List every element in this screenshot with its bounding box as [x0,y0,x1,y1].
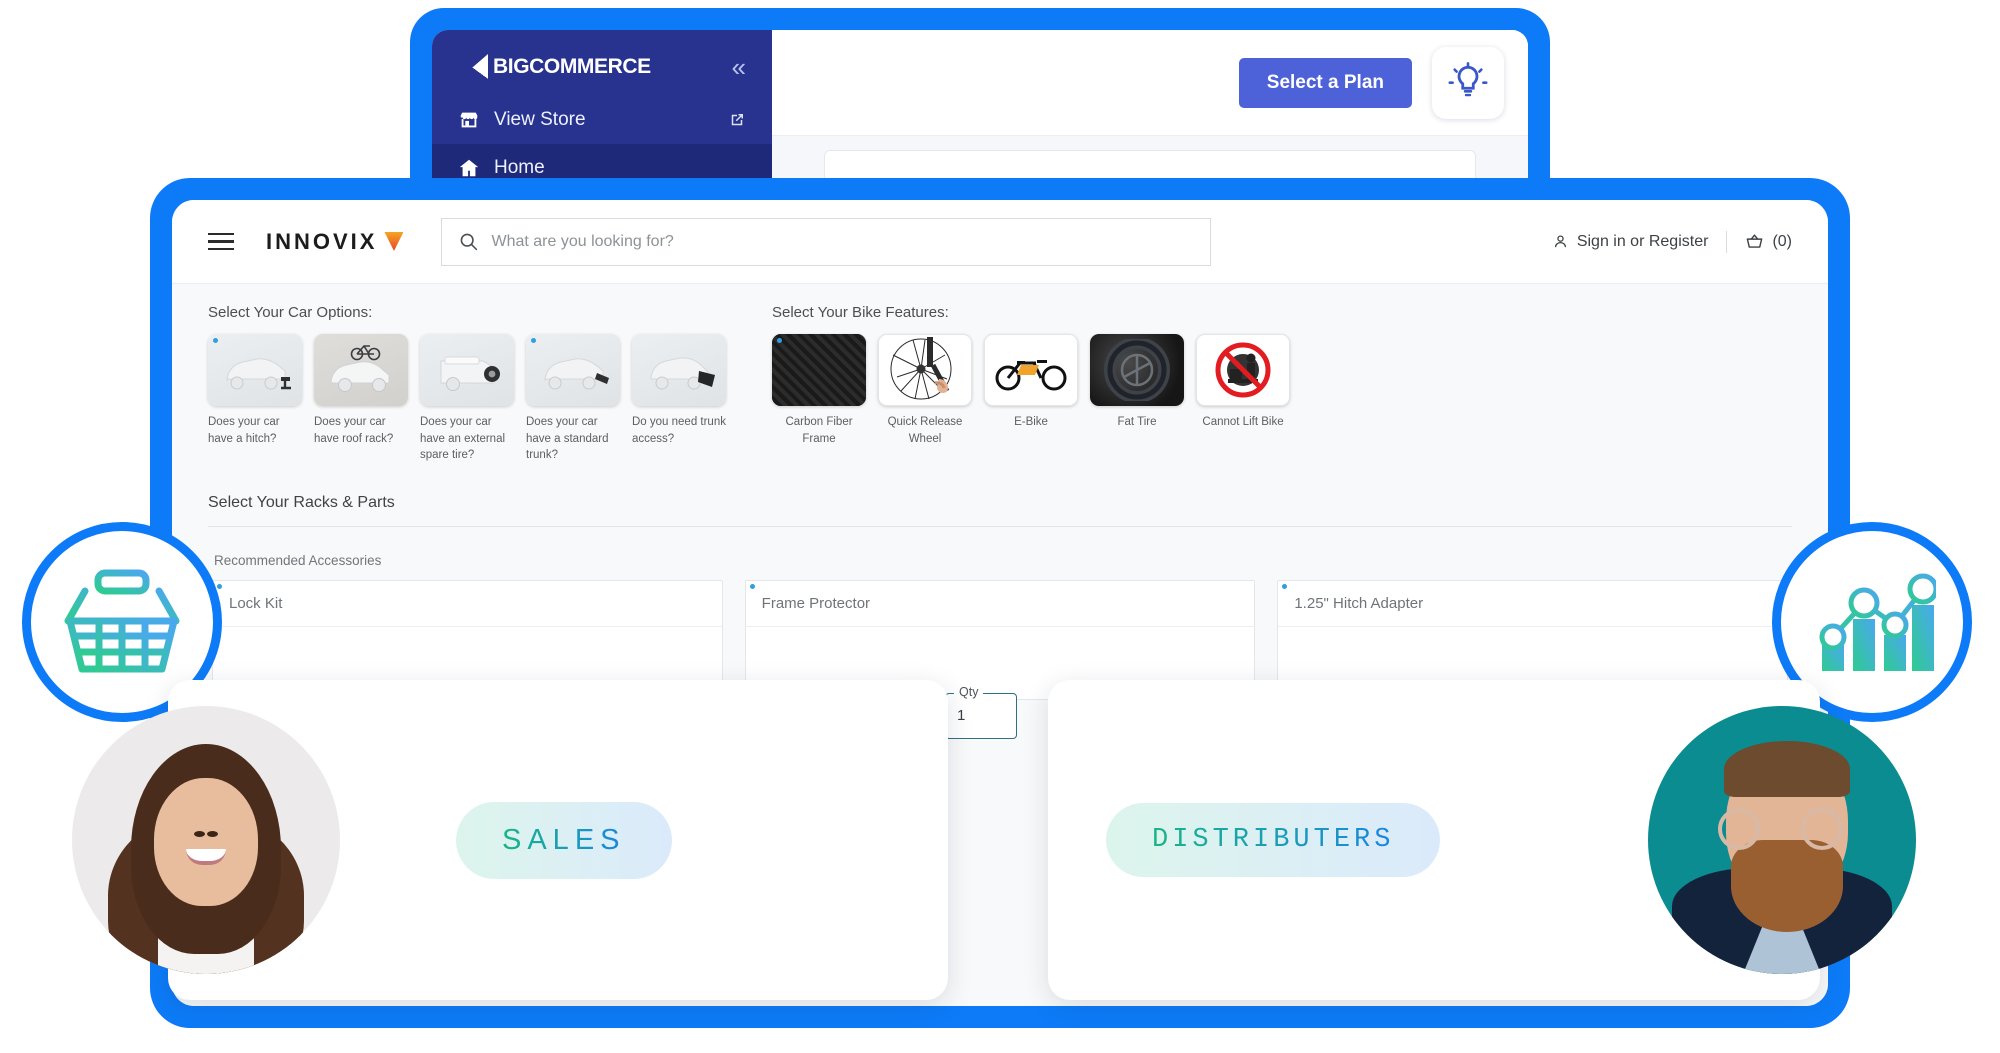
bike-feature-quick-release: Quick Release Wheel [878,334,972,447]
car-roof-rack-icon[interactable] [314,334,408,406]
e-bike-icon[interactable] [984,334,1078,406]
sidebar-item-home-label: Home [494,157,545,178]
car-option-roof-rack: Does your car have roof rack? [314,334,408,464]
no-lift-bike-icon[interactable] [1196,334,1290,406]
fat-tire-label: Fat Tire [1117,416,1157,428]
car-hitch-label: Does your car have a hitch? [208,416,280,445]
racks-and-parts-section: Select Your Racks & Parts Recommended Ac… [208,494,1792,701]
quantity-field[interactable]: Qty 1 [945,685,1017,739]
search-icon [461,233,478,251]
bike-feature-tiles: Carbon Fiber Frame Quick Release Wheel E… [772,334,1312,447]
bigcommerce-logo[interactable]: BIGCOMMERCE [458,54,651,80]
search-bar[interactable] [441,217,1212,266]
car-trunk-access-label: Do you need trunk access? [632,416,726,445]
sales-pill-label: SALES [502,823,626,856]
bike-feature-cannot-lift: Cannot Lift Bike [1196,334,1290,447]
basket-gradient-icon [64,569,180,673]
car-options-title: Select Your Car Options: [208,304,373,321]
car-trunk-access-icon[interactable] [632,334,726,406]
distributers-persona-card[interactable]: DISTRIBUTERS [1048,680,1916,1000]
bigcommerce-logo-icon [458,54,488,80]
sign-in-or-register-link[interactable]: Sign in or Register [1552,232,1709,251]
accessory-body [746,627,1255,681]
innovix-logo-label: INNOVIX [266,228,378,254]
recommended-accessories-label: Recommended Accessories [214,553,382,569]
lightbulb-icon[interactable] [1432,46,1504,119]
fat-tire-icon[interactable] [1090,334,1184,406]
sign-in-label: Sign in or Register [1576,232,1709,250]
sales-persona-card[interactable]: SALES [72,680,948,1000]
distributers-pill[interactable]: DISTRIBUTERS [1106,803,1441,877]
car-option-trunk-access: Do you need trunk access? [632,334,726,464]
select-a-plan-button[interactable]: Select a Plan [1238,57,1412,108]
man-portrait [1648,706,1916,974]
home-icon [459,159,479,177]
quantity-label: Qty [954,685,984,699]
admin-brand-suffix: COMMERCE [529,55,651,78]
quick-release-wheel-icon[interactable] [878,334,972,406]
car-options-group: Select Your Car Options: Does your car h… [208,304,748,464]
car-option-tiles: Does your car have a hitch? Does your ca… [208,334,748,464]
triangle-mark-icon [384,232,404,251]
option-groups: Select Your Car Options: Does your car h… [208,304,1792,464]
carbon-fiber-label: Carbon Fiber Frame [785,416,853,445]
composite-scene: BIGCOMMERCE « View Store Home Select a P… [0,0,2000,1053]
cannot-lift-bike-label: Cannot Lift Bike [1202,416,1284,428]
quick-release-wheel-label: Quick Release Wheel [887,416,963,445]
quantity-value: 1 [957,707,966,724]
accessory-name: Lock Kit [213,581,722,628]
sidebar-item-view-store-label: View Store [494,109,586,130]
car-standard-trunk-label: Does your car have a standard trunk? [526,416,609,462]
car-option-hitch: Does your car have a hitch? [208,334,302,464]
chevron-double-left-icon[interactable]: « [732,54,746,80]
section-divider [208,526,1792,528]
admin-brand-text: BIGCOMMERCE [493,55,651,79]
accessory-name: 1.25" Hitch Adapter [1278,581,1788,628]
car-spare-tire-icon[interactable] [420,334,514,406]
distributers-pill-label: DISTRIBUTERS [1152,825,1395,855]
car-hitch-icon[interactable] [208,334,302,406]
header-account-area: Sign in or Register (0) [1552,230,1792,253]
store-icon [460,112,478,128]
car-roof-rack-label: Does your car have roof rack? [314,416,394,445]
basket-icon [1747,234,1763,248]
selection-dot [217,584,222,590]
bike-feature-ebike: E-Bike [984,334,1078,447]
e-bike-label: E-Bike [1014,416,1048,428]
search-input[interactable] [491,232,1195,251]
admin-topbar: Select a Plan [772,30,1528,136]
selection-dot [777,338,782,343]
cart-link[interactable]: (0) [1745,232,1792,251]
car-option-spare-tire: Does your car have an external spare tir… [420,334,514,464]
admin-brand-prefix: BIG [493,55,530,78]
racks-section-title: Select Your Racks & Parts [208,494,395,512]
woman-portrait [72,706,340,974]
bike-feature-fat-tire: Fat Tire [1090,334,1184,447]
sales-pill[interactable]: SALES [456,801,672,879]
accessory-body [213,627,722,681]
storefront-header: INNOVIX Sign in [172,200,1828,284]
hamburger-menu-icon[interactable] [208,232,234,251]
header-divider [1726,230,1728,253]
admin-brand-row: BIGCOMMERCE « [432,30,772,80]
cart-count-label: (0) [1772,232,1792,250]
bike-feature-carbon: Carbon Fiber Frame [772,334,866,447]
accessory-name: Frame Protector [745,581,1255,628]
external-link-icon [731,114,743,126]
selection-dot [213,338,218,343]
bike-features-title: Select Your Bike Features: [772,304,949,321]
person-icon [1554,235,1566,248]
innovix-logo[interactable]: INNOVIX [266,228,404,255]
car-spare-tire-label: Does your car have an external spare tir… [420,416,506,462]
carbon-fiber-icon[interactable] [772,334,866,406]
selection-dot [531,338,536,343]
bike-features-group: Select Your Bike Features: Carbon Fiber … [772,304,1312,464]
car-standard-trunk-icon[interactable] [526,334,620,406]
car-option-standard-trunk: Does your car have a standard trunk? [526,334,620,464]
sidebar-item-view-store[interactable]: View Store [432,96,772,144]
accessory-body [1278,627,1787,681]
selection-dot [749,584,755,590]
bar-chart-line-gradient-icon [1819,573,1936,671]
